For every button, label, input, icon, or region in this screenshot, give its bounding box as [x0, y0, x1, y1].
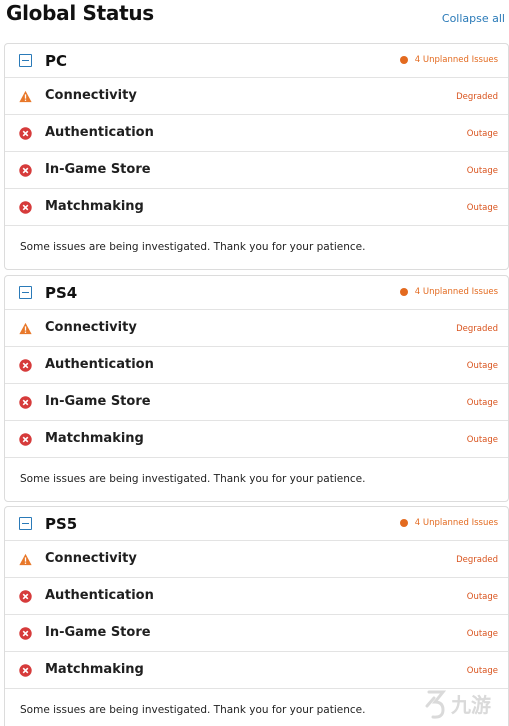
service-name: In-Game Store [45, 162, 151, 177]
error-icon [19, 164, 32, 177]
watermark-logo-icon: 九游 [425, 690, 491, 719]
platform-name: PC [45, 52, 68, 70]
service-name: Connectivity [45, 320, 137, 335]
service-status: Degraded [456, 92, 498, 102]
service-row-authentication: Authentication Outage [5, 347, 508, 384]
error-icon [19, 590, 32, 603]
service-row-matchmaking: Matchmaking Outage [5, 421, 508, 458]
service-status: Outage [466, 435, 498, 445]
warning-icon [19, 322, 32, 335]
platform-panel-ps4: PS4 4 Unplanned Issues Connectivity Degr… [4, 275, 509, 502]
service-status: Degraded [456, 555, 498, 565]
status-note-text: Some issues are being investigated. Than… [20, 704, 366, 716]
platform-name: PS5 [45, 515, 78, 533]
status-note: Some issues are being investigated. Than… [5, 458, 508, 501]
service-name: Authentication [45, 588, 154, 603]
collapse-icon[interactable] [19, 517, 32, 530]
service-name: Connectivity [45, 88, 137, 103]
platform-header[interactable]: PS4 4 Unplanned Issues [5, 276, 508, 310]
page-title: Global Status [6, 1, 154, 25]
platform-header[interactable]: PC 4 Unplanned Issues [5, 44, 508, 78]
service-status: Outage [466, 666, 498, 676]
collapse-icon[interactable] [19, 54, 32, 67]
service-name: Connectivity [45, 551, 137, 566]
service-status: Outage [466, 592, 498, 602]
service-status: Outage [466, 361, 498, 371]
status-dot-icon [399, 519, 408, 527]
error-icon [19, 127, 32, 140]
service-status: Outage [466, 203, 498, 213]
issues-count: 4 Unplanned Issues [414, 287, 498, 297]
collapse-icon[interactable] [19, 286, 32, 299]
issues-count: 4 Unplanned Issues [414, 518, 498, 528]
status-dot-icon [399, 288, 408, 296]
svg-text:九游: 九游 [450, 693, 491, 717]
service-row-matchmaking: Matchmaking Outage [5, 189, 508, 226]
issues-badge: 4 Unplanned Issues [399, 55, 498, 65]
service-row-connectivity: Connectivity Degraded [5, 78, 508, 115]
service-name: In-Game Store [45, 394, 151, 409]
error-icon [19, 664, 32, 677]
service-status: Outage [466, 129, 498, 139]
platform-header[interactable]: PS5 4 Unplanned Issues [5, 507, 508, 541]
error-icon [19, 359, 32, 372]
status-note-text: Some issues are being investigated. Than… [20, 241, 366, 253]
platform-panel-pc: PC 4 Unplanned Issues Connectivity Degra… [4, 43, 509, 270]
service-name: Authentication [45, 357, 154, 372]
status-note: Some issues are being investigated. Than… [5, 226, 508, 269]
service-row-in-game-store: In-Game Store Outage [5, 615, 508, 652]
service-status: Degraded [456, 324, 498, 334]
issues-badge: 4 Unplanned Issues [399, 518, 498, 528]
issues-count: 4 Unplanned Issues [414, 55, 498, 65]
warning-icon [19, 553, 32, 566]
service-row-authentication: Authentication Outage [5, 115, 508, 152]
service-name: In-Game Store [45, 625, 151, 640]
service-name: Matchmaking [45, 199, 144, 214]
service-status: Outage [466, 398, 498, 408]
service-row-authentication: Authentication Outage [5, 578, 508, 615]
warning-icon [19, 90, 32, 103]
service-row-connectivity: Connectivity Degraded [5, 541, 508, 578]
collapse-all-link[interactable]: Collapse all [442, 12, 505, 25]
status-note-text: Some issues are being investigated. Than… [20, 473, 366, 485]
error-icon [19, 396, 32, 409]
status-dot-icon [399, 56, 408, 64]
service-status: Outage [466, 166, 498, 176]
service-name: Matchmaking [45, 662, 144, 677]
issues-badge: 4 Unplanned Issues [399, 287, 498, 297]
service-status: Outage [466, 629, 498, 639]
service-row-in-game-store: In-Game Store Outage [5, 152, 508, 189]
error-icon [19, 627, 32, 640]
page-header: Global Status Collapse all [4, 0, 509, 40]
platform-name: PS4 [45, 284, 78, 302]
service-row-in-game-store: In-Game Store Outage [5, 384, 508, 421]
error-icon [19, 433, 32, 446]
error-icon [19, 201, 32, 214]
service-name: Authentication [45, 125, 154, 140]
service-row-connectivity: Connectivity Degraded [5, 310, 508, 347]
service-name: Matchmaking [45, 431, 144, 446]
